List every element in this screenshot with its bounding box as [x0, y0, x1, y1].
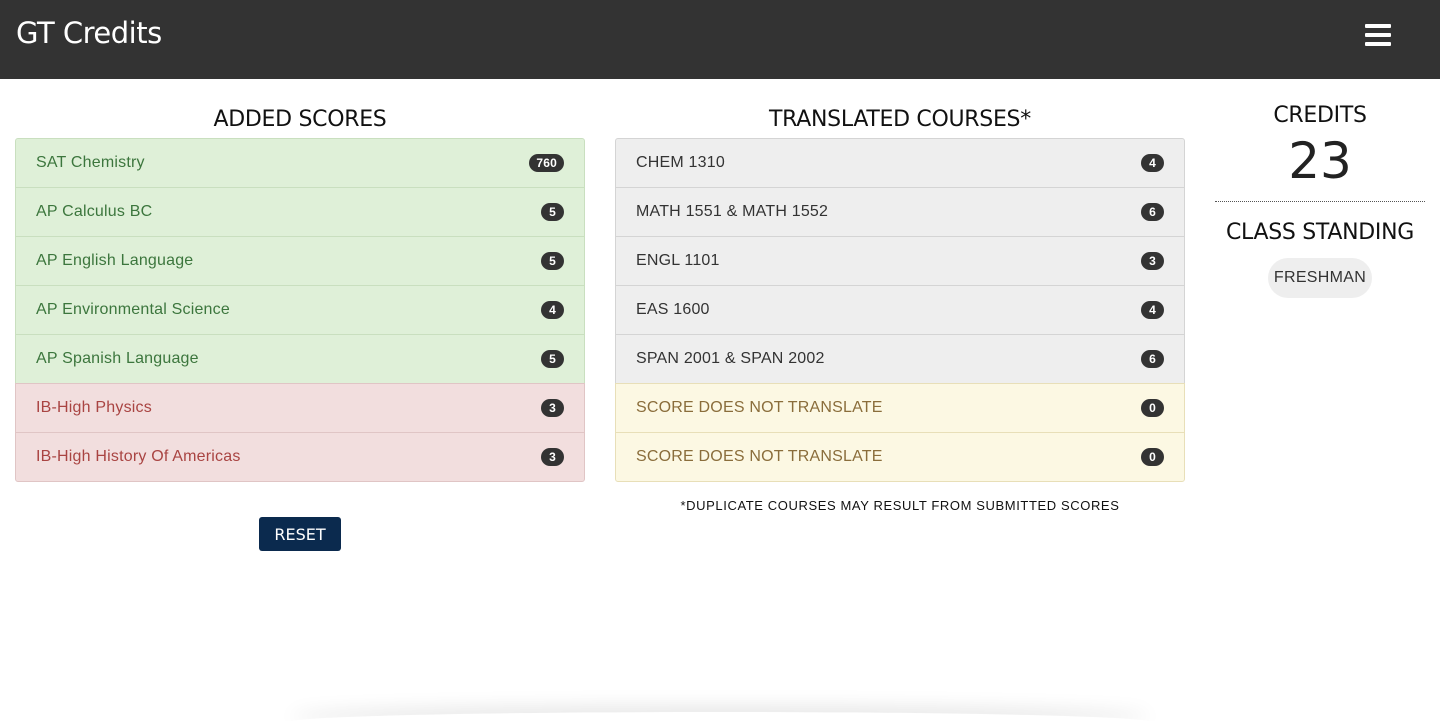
credits-badge: 4 — [1141, 301, 1164, 319]
score-item[interactable]: SAT Chemistry 760 — [15, 138, 585, 188]
score-item-name: IB-High Physics — [36, 399, 152, 416]
course-item-name: SCORE DOES NOT TRANSLATE — [636, 448, 883, 465]
credits-badge: 3 — [1141, 252, 1164, 270]
course-item: ENGL 1101 3 — [615, 236, 1185, 286]
credits-badge: 6 — [1141, 203, 1164, 221]
summary-divider — [1215, 201, 1425, 202]
score-item-name: AP Environmental Science — [36, 301, 230, 318]
class-standing-label: CLASS STANDING — [1225, 220, 1415, 245]
credits-badge: 6 — [1141, 350, 1164, 368]
course-item-name: MATH 1551 & MATH 1552 — [636, 203, 829, 220]
score-badge: 760 — [529, 154, 564, 172]
score-item[interactable]: AP English Language 5 — [15, 236, 585, 286]
course-item-name: CHEM 1310 — [636, 154, 725, 171]
course-item: SCORE DOES NOT TRANSLATE 0 — [615, 432, 1185, 482]
added-scores-list: SAT Chemistry 760 AP Calculus BC 5 AP En… — [15, 138, 585, 482]
score-item[interactable]: AP Calculus BC 5 — [15, 187, 585, 237]
course-item: SPAN 2001 & SPAN 2002 6 — [615, 334, 1185, 384]
course-item: EAS 1600 4 — [615, 285, 1185, 335]
translated-courses-title: TRANSLATED COURSES* — [769, 107, 1031, 132]
score-badge: 3 — [541, 399, 564, 417]
added-scores-title: ADDED SCORES — [213, 107, 387, 132]
credits-badge: 0 — [1141, 399, 1164, 417]
credits-label: CREDITS — [1273, 103, 1367, 128]
hamburger-menu-icon[interactable] — [1360, 20, 1396, 52]
credits-badge: 0 — [1141, 448, 1164, 466]
course-item-name: SCORE DOES NOT TRANSLATE — [636, 399, 883, 416]
credits-badge: 4 — [1141, 154, 1164, 172]
score-item[interactable]: AP Environmental Science 4 — [15, 285, 585, 335]
score-badge: 4 — [541, 301, 564, 319]
reset-button[interactable]: RESET — [259, 517, 341, 551]
score-badge: 5 — [541, 252, 564, 270]
score-item-name: AP Spanish Language — [36, 350, 199, 367]
class-standing-badge: FRESHMAN — [1268, 258, 1372, 298]
course-item-name: ENGL 1101 — [636, 252, 720, 269]
score-item[interactable]: IB-High Physics 3 — [15, 383, 585, 433]
score-item-name: IB-High History Of Americas — [36, 448, 241, 465]
score-item[interactable]: IB-High History Of Americas 3 — [15, 432, 585, 482]
score-badge: 3 — [541, 448, 564, 466]
duplicate-courses-footnote: *DUPLICATE COURSES MAY RESULT FROM SUBMI… — [680, 498, 1120, 513]
course-item: SCORE DOES NOT TRANSLATE 0 — [615, 383, 1185, 433]
score-item-name: SAT Chemistry — [36, 154, 145, 171]
score-badge: 5 — [541, 350, 564, 368]
top-navbar: GT Credits — [0, 0, 1440, 79]
course-item-name: SPAN 2001 & SPAN 2002 — [636, 350, 825, 367]
course-item: CHEM 1310 4 — [615, 138, 1185, 188]
score-item[interactable]: AP Spanish Language 5 — [15, 334, 585, 384]
course-item-name: EAS 1600 — [636, 301, 710, 318]
score-badge: 5 — [541, 203, 564, 221]
brand-title[interactable]: GT Credits — [16, 16, 162, 50]
credits-value: 23 — [1288, 132, 1352, 190]
course-item: MATH 1551 & MATH 1552 6 — [615, 187, 1185, 237]
score-item-name: AP English Language — [36, 252, 194, 269]
score-item-name: AP Calculus BC — [36, 203, 153, 220]
bottom-panel-shadow — [290, 712, 1150, 721]
translated-courses-list: CHEM 1310 4 MATH 1551 & MATH 1552 6 ENGL… — [615, 138, 1185, 482]
